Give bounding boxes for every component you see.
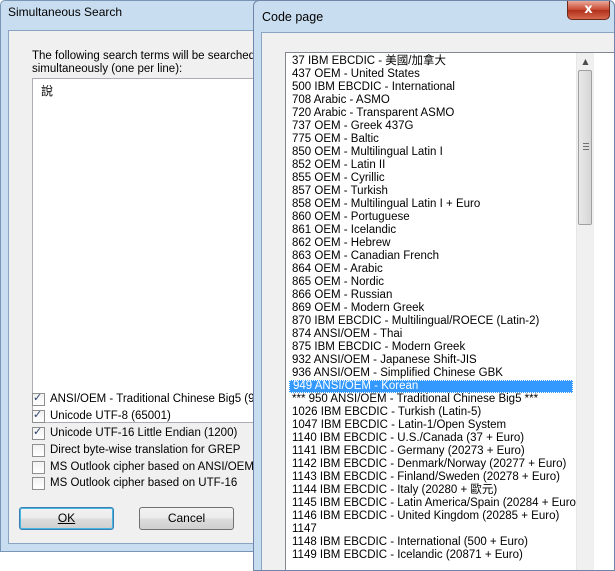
thumb-grip-icon [583,143,589,150]
codepage-list[interactable]: 37 IBM EBCDIC - 美國/加拿大 437 OEM - United S… [285,52,614,570]
codepage-item[interactable]: 1149 IBM EBCDIC - Icelandic (20871 + Eur… [289,549,573,562]
codepage-item[interactable]: 37 IBM EBCDIC - 美國/加拿大 [289,55,573,68]
codepage-item[interactable]: 1047 IBM EBCDIC - Latin-1/Open System [289,419,573,432]
scroll-thumb[interactable] [578,70,592,225]
codepage-item[interactable]: 870 IBM EBCDIC - Multilingual/ROECE (Lat… [289,315,573,328]
codepage-item[interactable]: 860 OEM - Portuguese [289,211,573,224]
option-label: MS Outlook cipher based on UTF-16 [50,477,238,489]
codepage-item[interactable]: 869 OEM - Modern Greek [289,302,573,315]
codepage-item[interactable]: 1142 IBM EBCDIC - Denmark/Norway (20277 … [289,458,573,471]
codepage-item[interactable]: 1148 IBM EBCDIC - International (500 + E… [289,536,573,549]
codepage-item[interactable]: 1143 IBM EBCDIC - Finland/Sweden (20278 … [289,471,573,484]
codepage-item[interactable]: 737 OEM - Greek 437G [289,120,573,133]
codepage-item[interactable]: 855 OEM - Cyrillic [289,172,573,185]
codepage-item[interactable]: 1140 IBM EBCDIC - U.S./Canada (37 + Euro… [289,432,573,445]
codepage-item[interactable]: 874 ANSI/OEM - Thai [289,328,573,341]
unchecked-checkbox-icon[interactable] [32,476,45,490]
checked-checkbox-icon[interactable] [32,391,45,406]
codepage-item[interactable]: 775 OEM - Baltic [289,133,573,146]
codepage-item[interactable]: 852 OEM - Latin II [289,159,573,172]
scroll-up-arrow-icon[interactable]: ▲ [577,53,594,70]
codepage-item[interactable]: 1147 [289,523,573,536]
codepage-item[interactable]: 858 OEM - Multilingual Latin I + Euro [289,198,573,211]
option-label: ANSI/OEM - Traditional Chinese Big5 (950… [50,393,272,405]
close-icon: x [584,2,593,17]
codepage-item[interactable]: 865 OEM - Nordic [289,276,573,289]
option-checkbox-row[interactable]: Direct byte-wise translation for GREP [32,442,240,458]
search-terms-text: 說 [41,84,54,98]
close-button[interactable]: x [567,1,610,20]
codepage-item[interactable]: 1144 IBM EBCDIC - Italy (20280 + 歐元) [289,484,573,497]
option-label: MS Outlook cipher based on ANSI/OEM - Tr [50,461,275,473]
unchecked-checkbox-icon[interactable] [32,443,45,457]
codepage-item[interactable]: 875 IBM EBCDIC - Modern Greek [289,341,573,354]
option-label: Unicode UTF-16 Little Endian (1200) [50,427,238,439]
option-checkbox-row[interactable]: ANSI/OEM - Traditional Chinese Big5 (950… [32,391,271,407]
codepage-item[interactable]: 862 OEM - Hebrew [289,237,573,250]
ok-button[interactable]: OK [19,507,114,530]
codepage-item[interactable]: 500 IBM EBCDIC - International [289,81,573,94]
codepage-client-area: 37 IBM EBCDIC - 美國/加拿大 437 OEM - United S… [261,32,614,570]
dialog-client-area: The following search terms will be searc… [8,30,274,544]
codepage-item[interactable]: 857 OEM - Turkish [289,185,573,198]
checked-checkbox-icon[interactable] [32,408,45,423]
codepage-item[interactable]: 1141 IBM EBCDIC - Germany (20273 + Euro) [289,445,573,458]
simultaneous-search-window: Simultaneous Search The following search… [0,0,275,552]
codepage-item[interactable]: 861 OEM - Icelandic [289,224,573,237]
checked-checkbox-icon[interactable] [32,425,45,440]
codepage-item[interactable]: 1145 IBM EBCDIC - Latin America/Spain (2… [289,497,580,510]
option-checkbox-row[interactable]: MS Outlook cipher based on UTF-16 [32,475,237,491]
option-checkbox-row[interactable]: Unicode UTF-8 (65001) [32,408,171,424]
search-description: The following search terms will be searc… [32,50,256,75]
codepage-item[interactable]: *** 950 ANSI/OEM - Traditional Chinese B… [289,393,573,406]
option-label: Direct byte-wise translation for GREP [50,444,241,456]
cancel-label: Cancel [167,511,206,525]
ok-label: OK [57,511,76,525]
codepage-item[interactable]: 708 Arabic - ASMO [289,94,573,107]
search-terms-input[interactable]: 說 [32,78,274,423]
window-title: Code page [262,10,324,24]
window-title: Simultaneous Search [8,5,123,19]
code-page-window: Code page x 37 IBM EBCDIC - 美國/加拿大 437 OE… [253,0,615,571]
unchecked-checkbox-icon[interactable] [32,460,45,474]
codepage-item[interactable]: 932 ANSI/OEM - Japanese Shift-JIS [289,354,573,367]
option-label: Unicode UTF-8 (65001) [50,410,171,422]
codepage-item[interactable]: 1026 IBM EBCDIC - Turkish (Latin-5) [289,406,573,419]
option-checkbox-row[interactable]: Unicode UTF-16 Little Endian (1200) [32,425,237,441]
codepage-item[interactable]: 437 OEM - United States [289,68,573,81]
codepage-item[interactable]: 863 OEM - Canadian French [289,250,573,263]
option-checkbox-row[interactable]: MS Outlook cipher based on ANSI/OEM - Tr [32,459,274,475]
codepage-item[interactable]: 850 OEM - Multilingual Latin I [289,146,573,159]
codepage-item[interactable]: 936 ANSI/OEM - Simplified Chinese GBK [289,367,573,380]
vertical-scrollbar[interactable]: ▲ [576,53,594,570]
codepage-item[interactable]: 1146 IBM EBCDIC - United Kingdom (20285 … [289,510,573,523]
codepage-item[interactable]: 720 Arabic - Transparent ASMO [289,107,573,120]
codepage-item-selected[interactable]: 949 ANSI/OEM - Korean [289,380,573,393]
codepage-item[interactable]: 866 OEM - Russian [289,289,573,302]
cancel-button[interactable]: Cancel [139,507,234,530]
codepage-item[interactable]: 864 OEM - Arabic [289,263,573,276]
